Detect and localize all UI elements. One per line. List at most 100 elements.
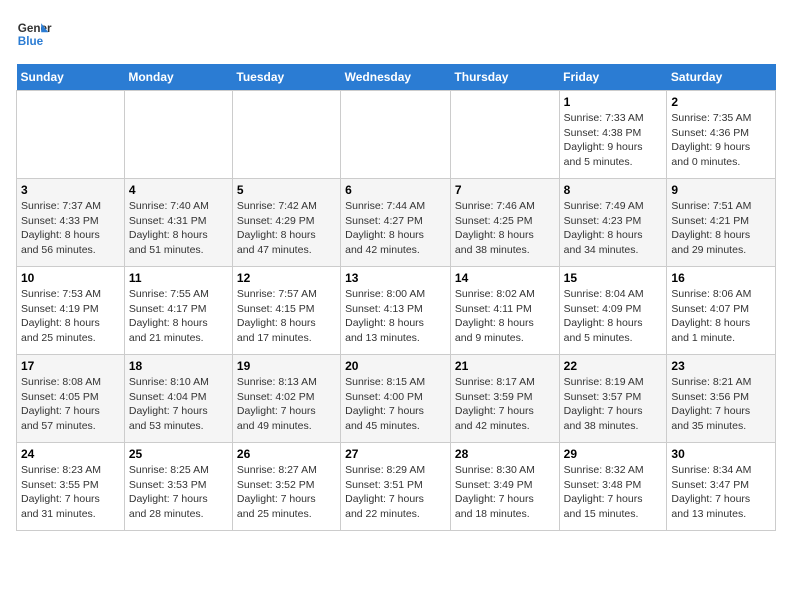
calendar-cell: 22Sunrise: 8:19 AM Sunset: 3:57 PM Dayli…: [559, 355, 667, 443]
dow-header: Monday: [124, 64, 232, 91]
day-number: 14: [455, 271, 555, 285]
calendar-week-row: 3Sunrise: 7:37 AM Sunset: 4:33 PM Daylig…: [17, 179, 776, 267]
day-info: Sunrise: 7:40 AM Sunset: 4:31 PM Dayligh…: [129, 199, 228, 258]
day-info: Sunrise: 8:30 AM Sunset: 3:49 PM Dayligh…: [455, 463, 555, 522]
calendar-cell: 12 Sunrise: 7:57 AM Sunset: 4:15 PM Dayli…: [232, 267, 340, 355]
calendar-cell: 27 Sunrise: 8:29 AM Sunset: 3:51 PM Dayli…: [341, 443, 451, 531]
calendar-cell: 13 Sunrise: 8:00 AM Sunset: 4:13 PM Dayli…: [341, 267, 451, 355]
day-info: Sunrise: 7:35 AM Sunset: 4:36 PM Dayligh…: [671, 111, 771, 170]
day-info: Sunrise: 7:53 AM Sunset: 4:19 PM Dayligh…: [21, 287, 120, 346]
day-info: Sunrise: 8:02 AM Sunset: 4:11 PM Dayligh…: [455, 287, 555, 346]
day-number: 6: [345, 183, 446, 197]
day-number: 2: [671, 95, 771, 109]
day-number: 5: [237, 183, 336, 197]
day-info: Sunrise: 8:23 AM Sunset: 3:55 PM Dayligh…: [21, 463, 120, 522]
day-number: 1: [564, 95, 663, 109]
calendar-cell: [124, 91, 232, 179]
calendar-table: SundayMondayTuesdayWednesdayThursdayFrid…: [16, 64, 776, 531]
day-info: Sunrise: 8:00 AM Sunset: 4:13 PM Dayligh…: [345, 287, 446, 346]
day-number: 18: [129, 359, 228, 373]
calendar-cell: 6 Sunrise: 7:44 AM Sunset: 4:27 PM Daylig…: [341, 179, 451, 267]
day-info: Sunrise: 8:13 AM Sunset: 4:02 PM Dayligh…: [237, 375, 336, 434]
day-number: 7: [455, 183, 555, 197]
calendar-cell: 15 Sunrise: 8:04 AM Sunset: 4:09 PM Dayli…: [559, 267, 667, 355]
calendar-cell: 16 Sunrise: 8:06 AM Sunset: 4:07 PM Dayli…: [667, 267, 776, 355]
svg-text:General: General: [18, 22, 52, 35]
day-number: 26: [237, 447, 336, 461]
day-number: 20: [345, 359, 446, 373]
day-info: Sunrise: 8:08 AM Sunset: 4:05 PM Dayligh…: [21, 375, 120, 434]
day-info: Sunrise: 8:04 AM Sunset: 4:09 PM Dayligh…: [564, 287, 663, 346]
dow-header: Friday: [559, 64, 667, 91]
day-number: 16: [671, 271, 771, 285]
dow-header: Wednesday: [341, 64, 451, 91]
day-info: Sunrise: 7:46 AM Sunset: 4:25 PM Dayligh…: [455, 199, 555, 258]
calendar-cell: 9Sunrise: 7:51 AM Sunset: 4:21 PM Daylig…: [667, 179, 776, 267]
day-number: 17: [21, 359, 120, 373]
calendar-cell: [17, 91, 125, 179]
day-number: 27: [345, 447, 446, 461]
calendar-week-row: 17 Sunrise: 8:08 AM Sunset: 4:05 PM Dayli…: [17, 355, 776, 443]
day-info: Sunrise: 8:10 AM Sunset: 4:04 PM Dayligh…: [129, 375, 228, 434]
day-number: 30: [671, 447, 771, 461]
calendar-cell: 2 Sunrise: 7:35 AM Sunset: 4:36 PM Daylig…: [667, 91, 776, 179]
calendar-cell: 25 Sunrise: 8:25 AM Sunset: 3:53 PM Dayli…: [124, 443, 232, 531]
calendar-cell: 29Sunrise: 8:32 AM Sunset: 3:48 PM Dayli…: [559, 443, 667, 531]
day-number: 13: [345, 271, 446, 285]
calendar-week-row: 1Sunrise: 7:33 AM Sunset: 4:38 PM Daylig…: [17, 91, 776, 179]
calendar-cell: 1Sunrise: 7:33 AM Sunset: 4:38 PM Daylig…: [559, 91, 667, 179]
day-number: 28: [455, 447, 555, 461]
day-info: Sunrise: 7:51 AM Sunset: 4:21 PM Dayligh…: [671, 199, 771, 258]
calendar-cell: [232, 91, 340, 179]
calendar-cell: 17 Sunrise: 8:08 AM Sunset: 4:05 PM Dayli…: [17, 355, 125, 443]
calendar-cell: 18 Sunrise: 8:10 AM Sunset: 4:04 PM Dayli…: [124, 355, 232, 443]
day-info: Sunrise: 7:49 AM Sunset: 4:23 PM Dayligh…: [564, 199, 663, 258]
day-number: 29: [564, 447, 663, 461]
day-info: Sunrise: 7:44 AM Sunset: 4:27 PM Dayligh…: [345, 199, 446, 258]
calendar-cell: 26 Sunrise: 8:27 AM Sunset: 3:52 PM Dayli…: [232, 443, 340, 531]
calendar-cell: 5 Sunrise: 7:42 AM Sunset: 4:29 PM Daylig…: [232, 179, 340, 267]
day-info: Sunrise: 7:57 AM Sunset: 4:15 PM Dayligh…: [237, 287, 336, 346]
day-info: Sunrise: 8:06 AM Sunset: 4:07 PM Dayligh…: [671, 287, 771, 346]
calendar-cell: 24Sunrise: 8:23 AM Sunset: 3:55 PM Dayli…: [17, 443, 125, 531]
calendar-cell: 4 Sunrise: 7:40 AM Sunset: 4:31 PM Daylig…: [124, 179, 232, 267]
calendar-cell: [450, 91, 559, 179]
day-number: 10: [21, 271, 120, 285]
calendar-cell: 14 Sunrise: 8:02 AM Sunset: 4:11 PM Dayli…: [450, 267, 559, 355]
calendar-cell: 7 Sunrise: 7:46 AM Sunset: 4:25 PM Daylig…: [450, 179, 559, 267]
calendar-week-row: 10 Sunrise: 7:53 AM Sunset: 4:19 PM Dayli…: [17, 267, 776, 355]
dow-header: Thursday: [450, 64, 559, 91]
dow-header: Tuesday: [232, 64, 340, 91]
calendar-cell: 11Sunrise: 7:55 AM Sunset: 4:17 PM Dayli…: [124, 267, 232, 355]
calendar-cell: [341, 91, 451, 179]
calendar-cell: 8 Sunrise: 7:49 AM Sunset: 4:23 PM Daylig…: [559, 179, 667, 267]
day-info: Sunrise: 8:27 AM Sunset: 3:52 PM Dayligh…: [237, 463, 336, 522]
calendar-cell: 20 Sunrise: 8:15 AM Sunset: 4:00 PM Dayli…: [341, 355, 451, 443]
day-number: 19: [237, 359, 336, 373]
day-info: Sunrise: 8:15 AM Sunset: 4:00 PM Dayligh…: [345, 375, 446, 434]
day-info: Sunrise: 7:55 AM Sunset: 4:17 PM Dayligh…: [129, 287, 228, 346]
day-info: Sunrise: 8:17 AM Sunset: 3:59 PM Dayligh…: [455, 375, 555, 434]
day-number: 22: [564, 359, 663, 373]
calendar-cell: 3Sunrise: 7:37 AM Sunset: 4:33 PM Daylig…: [17, 179, 125, 267]
day-number: 8: [564, 183, 663, 197]
logo: General Blue: [16, 16, 52, 52]
day-info: Sunrise: 8:34 AM Sunset: 3:47 PM Dayligh…: [671, 463, 771, 522]
day-number: 4: [129, 183, 228, 197]
calendar-cell: 28 Sunrise: 8:30 AM Sunset: 3:49 PM Dayli…: [450, 443, 559, 531]
day-info: Sunrise: 7:42 AM Sunset: 4:29 PM Dayligh…: [237, 199, 336, 258]
day-number: 21: [455, 359, 555, 373]
svg-text:Blue: Blue: [18, 35, 44, 48]
day-number: 12: [237, 271, 336, 285]
day-number: 23: [671, 359, 771, 373]
day-info: Sunrise: 8:29 AM Sunset: 3:51 PM Dayligh…: [345, 463, 446, 522]
calendar-week-row: 24Sunrise: 8:23 AM Sunset: 3:55 PM Dayli…: [17, 443, 776, 531]
day-info: Sunrise: 8:21 AM Sunset: 3:56 PM Dayligh…: [671, 375, 771, 434]
dow-header: Saturday: [667, 64, 776, 91]
dow-header: Sunday: [17, 64, 125, 91]
header: General Blue: [16, 16, 776, 52]
calendar-cell: 19 Sunrise: 8:13 AM Sunset: 4:02 PM Dayli…: [232, 355, 340, 443]
day-info: Sunrise: 8:25 AM Sunset: 3:53 PM Dayligh…: [129, 463, 228, 522]
day-number: 15: [564, 271, 663, 285]
day-number: 25: [129, 447, 228, 461]
